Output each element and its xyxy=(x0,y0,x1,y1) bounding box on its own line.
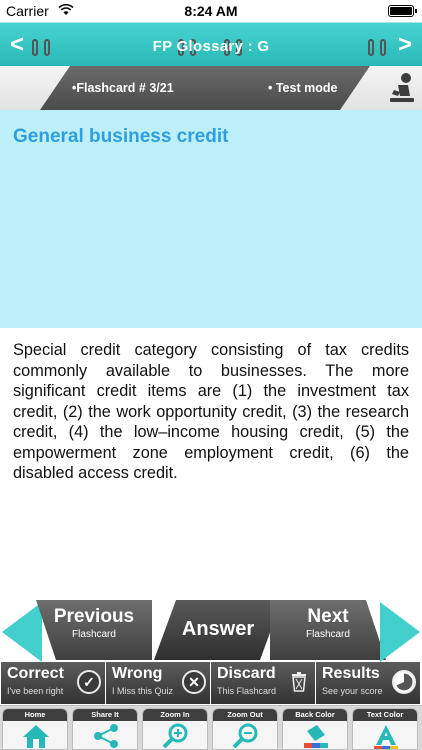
paint-bucket-icon xyxy=(304,725,328,748)
share-icon xyxy=(94,724,118,748)
share-button[interactable]: Share It xyxy=(72,708,138,750)
text-color-icon xyxy=(374,725,398,749)
home-button[interactable]: Home xyxy=(2,708,68,750)
next-label: Next xyxy=(307,606,349,627)
correct-sublabel: I've been right xyxy=(7,686,64,696)
discard-label: Discard xyxy=(217,665,276,682)
page-title: FP Glossary : G xyxy=(152,38,270,55)
pie-chart-icon xyxy=(392,670,416,694)
chevron-right-icon[interactable]: > xyxy=(398,31,412,59)
next-flashcard-button[interactable]: Next Flashcard xyxy=(270,600,386,660)
discard-button[interactable]: Discard This Flashcard xyxy=(211,662,315,704)
mode-label: • Test mode xyxy=(268,81,338,95)
wrong-sublabel: I Miss this Quiz xyxy=(112,686,174,696)
flashcard-counter: •Flashcard # 3/21 xyxy=(72,81,174,95)
previous-sublabel: Flashcard xyxy=(72,629,116,640)
text-color-label: Text Color xyxy=(353,709,417,721)
flashcard-definition: Special credit category consisting of ta… xyxy=(13,341,409,482)
arrow-left-icon[interactable] xyxy=(2,602,42,662)
home-label: Home xyxy=(3,709,67,721)
zoom-in-icon xyxy=(162,723,188,749)
info-bar: •Flashcard # 3/21 • Test mode xyxy=(0,66,422,110)
correct-button[interactable]: Correct I've been right ✓ xyxy=(1,662,105,704)
checkmark-icon: ✓ xyxy=(77,670,101,694)
battery-icon xyxy=(388,5,417,17)
text-color-button[interactable]: Text Color xyxy=(352,708,418,750)
x-icon: ✕ xyxy=(182,670,206,694)
discard-sublabel: This Flashcard xyxy=(217,686,277,696)
zoom-out-label: Zoom Out xyxy=(213,709,277,721)
zoom-in-button[interactable]: Zoom In xyxy=(142,708,208,750)
bottom-toolbar: Home Share It Zoom In Zoom Out Back Colo… xyxy=(0,705,422,750)
action-row: Correct I've been right ✓ Wrong I Miss t… xyxy=(0,662,422,704)
previous-label: Previous xyxy=(53,606,135,627)
wrong-button[interactable]: Wrong I Miss this Quiz ✕ xyxy=(106,662,210,704)
home-icon xyxy=(23,725,49,748)
header-bar: < FP Glossary : G > xyxy=(0,22,422,66)
zoom-out-button[interactable]: Zoom Out xyxy=(212,708,278,750)
back-color-button[interactable]: Back Color xyxy=(282,708,348,750)
answer-button[interactable]: Answer xyxy=(154,600,282,660)
arrow-right-icon[interactable] xyxy=(380,602,420,662)
flashcard-navigation: Previous Flashcard Answer Next Flashcard xyxy=(0,598,422,662)
term-panel: General business credit xyxy=(0,110,422,328)
answer-label: Answer xyxy=(181,618,255,640)
trash-icon xyxy=(292,672,306,692)
next-sublabel: Flashcard xyxy=(306,629,350,640)
clock: 8:24 AM xyxy=(184,3,238,19)
back-color-label: Back Color xyxy=(283,709,347,721)
previous-flashcard-button[interactable]: Previous Flashcard xyxy=(36,600,152,660)
status-bar: Carrier 8:24 AM xyxy=(0,0,422,22)
zoom-in-label: Zoom In xyxy=(143,709,207,721)
zoom-out-icon xyxy=(232,723,258,749)
wrong-label: Wrong xyxy=(112,665,163,682)
share-label: Share It xyxy=(73,709,137,721)
flashcard-term: General business credit xyxy=(13,126,229,147)
results-label: Results xyxy=(322,665,380,682)
results-sublabel: See your score xyxy=(322,686,383,696)
correct-label: Correct xyxy=(7,665,64,682)
results-button[interactable]: Results See your score xyxy=(316,662,420,704)
person-reading-icon[interactable] xyxy=(388,72,416,104)
